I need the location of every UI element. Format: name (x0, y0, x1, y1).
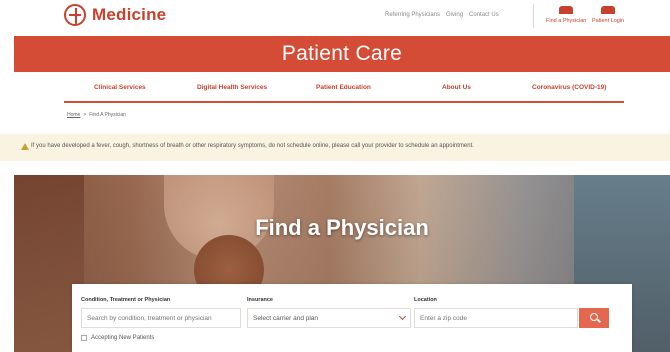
breadcrumb-separator: > (83, 112, 87, 118)
stethoscope-icon (559, 6, 574, 14)
nav-coronavirus[interactable]: Coronavirus (COVID-19) (532, 84, 606, 91)
chevron-down-icon (398, 312, 407, 321)
banner-title: Patient Care (281, 42, 403, 65)
insurance-label: Insurance (247, 297, 273, 303)
condition-search-input[interactable] (81, 308, 241, 328)
main-nav: Clinical Services Digital Health Service… (64, 80, 624, 102)
utility-link-contact[interactable]: Contact Us (469, 12, 499, 18)
site-logo[interactable]: Medicine (64, 4, 166, 26)
insurance-select[interactable]: Select carrier and plan (247, 308, 411, 328)
patient-login-link[interactable]: Patient Login (592, 6, 624, 24)
section-banner: Patient Care (14, 36, 670, 72)
alert-text: If you have developed a fever, cough, sh… (31, 143, 474, 149)
condition-label: Condition, Treatment or Physician (81, 297, 171, 303)
find-physician-link[interactable]: Find a Physician (546, 6, 586, 24)
location-label: Location (414, 297, 437, 303)
breadcrumb-current: Find A Physician (89, 112, 126, 118)
nav-about-us[interactable]: About Us (442, 84, 471, 91)
utility-link-giving[interactable]: Giving (446, 12, 463, 18)
hero-title: Find a Physician (255, 215, 429, 240)
utility-link-referring[interactable]: Referring Physicians (385, 12, 440, 18)
search-button[interactable] (579, 308, 609, 328)
zip-code-input[interactable] (414, 308, 578, 328)
search-icon-handle (597, 318, 601, 323)
accepting-new-patients-option[interactable]: Accepting New Patients (81, 335, 154, 341)
breadcrumb-home[interactable]: Home (67, 112, 80, 118)
accepting-new-patients-label: Accepting New Patients (91, 335, 155, 341)
insurance-select-value: Select carrier and plan (253, 315, 319, 322)
logo-text: Medicine (92, 5, 167, 24)
nav-patient-education[interactable]: Patient Education (316, 84, 371, 91)
nav-clinical-services[interactable]: Clinical Services (94, 84, 146, 91)
warning-icon (21, 143, 29, 150)
accepting-new-patients-checkbox[interactable] (81, 335, 87, 341)
nav-digital-health[interactable]: Digital Health Services (197, 84, 267, 91)
physician-search-panel: Condition, Treatment or Physician Insura… (72, 284, 632, 352)
logo-mark-icon (64, 4, 86, 26)
breadcrumb: Home > Find A Physician (67, 112, 126, 118)
top-utility-bar: Medicine Referring Physicians Giving Con… (0, 0, 670, 34)
covid-alert: If you have developed a fever, cough, sh… (0, 134, 670, 161)
patient-login-label: Patient Login (592, 18, 625, 24)
find-physician-label: Find a Physician (546, 18, 587, 24)
nav-underline (64, 101, 624, 103)
utility-divider (533, 4, 534, 28)
utility-links: Referring Physicians Giving Contact Us (385, 12, 499, 18)
login-icon (601, 6, 616, 14)
